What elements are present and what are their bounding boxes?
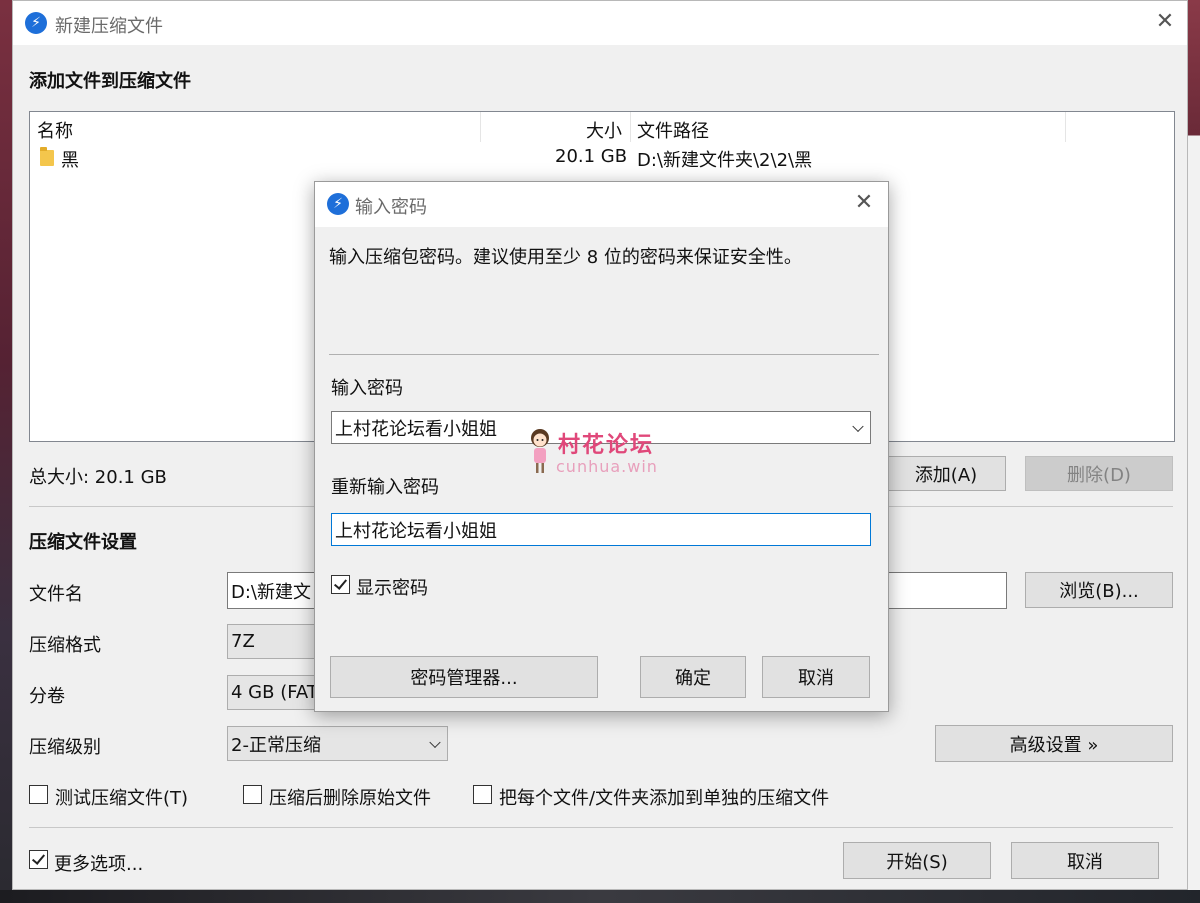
watermark-subtitle: cunhua.win (556, 457, 658, 476)
reenter-password-input[interactable]: 上村花论坛看小姐姐 (331, 513, 871, 546)
close-icon[interactable]: ✕ (1151, 9, 1179, 37)
list-item[interactable]: 黑 20.1 GB D:\新建文件夹\2\2\黑 (30, 144, 1174, 172)
add-button[interactable]: 添加(A) (886, 456, 1006, 491)
level-select-value: 2-正常压缩 (231, 734, 321, 756)
advanced-settings-button[interactable]: 高级设置 » (935, 725, 1173, 762)
column-header-name[interactable]: 名称 (37, 117, 73, 143)
test-archive-checkbox[interactable] (29, 785, 48, 804)
delete-after-checkbox[interactable] (243, 785, 262, 804)
password-label: 输入密码 (331, 378, 403, 399)
test-archive-label[interactable]: 测试压缩文件(T) (55, 784, 188, 810)
chevron-down-icon[interactable] (852, 420, 864, 432)
password-manager-button[interactable]: 密码管理器... (330, 656, 598, 698)
divider (29, 827, 1173, 828)
show-password-checkbox[interactable] (331, 575, 350, 594)
dialog-cancel-button[interactable]: 取消 (762, 656, 870, 698)
more-options-label[interactable]: 更多选项... (54, 850, 143, 876)
delete-button[interactable]: 删除(D) (1025, 456, 1173, 491)
desktop-background-left (0, 0, 12, 903)
volume-label: 分卷 (29, 686, 65, 707)
start-button[interactable]: 开始(S) (843, 842, 991, 879)
cancel-button[interactable]: 取消 (1011, 842, 1159, 879)
window-title: 新建压缩文件 (55, 16, 163, 37)
filename-label: 文件名 (29, 584, 83, 605)
desktop-background-bottom (0, 890, 1200, 903)
divider (329, 354, 879, 355)
file-size: 20.1 GB (555, 146, 628, 167)
separate-archives-checkbox[interactable] (473, 785, 492, 804)
add-files-heading: 添加文件到压缩文件 (29, 71, 191, 92)
dialog-titlebar: ⚡ 输入密码 ✕ (315, 182, 888, 227)
delete-after-label[interactable]: 压缩后删除原始文件 (269, 784, 431, 810)
column-header-path[interactable]: 文件路径 (637, 117, 709, 143)
total-size: 总大小: 20.1 GB (29, 467, 167, 488)
browse-button[interactable]: 浏览(B)... (1025, 572, 1173, 608)
desktop-background-right (1188, 0, 1200, 903)
column-divider[interactable] (480, 112, 481, 142)
level-select[interactable]: 2-正常压缩 (227, 726, 448, 761)
archive-settings-heading: 压缩文件设置 (29, 532, 137, 553)
password-input-value: 上村花论坛看小姐姐 (335, 418, 497, 440)
column-header-size[interactable]: 大小 (586, 117, 622, 143)
file-path: D:\新建文件夹\2\2\黑 (637, 150, 813, 171)
more-options-checkbox[interactable] (29, 850, 48, 869)
column-divider[interactable] (630, 112, 631, 142)
password-description: 输入压缩包密码。建议使用至少 8 位的密码来保证安全性。 (329, 247, 802, 268)
format-select-value: 7Z (231, 631, 255, 652)
format-label: 压缩格式 (29, 635, 101, 656)
file-name: 黑 (61, 150, 79, 171)
app-logo-icon: ⚡ (327, 193, 349, 215)
watermark-title: 村花论坛 (558, 433, 655, 458)
level-label: 压缩级别 (29, 737, 101, 758)
reenter-password-label: 重新输入密码 (331, 477, 439, 498)
app-logo-icon: ⚡ (25, 12, 47, 34)
close-icon[interactable]: ✕ (850, 190, 878, 218)
show-password-label[interactable]: 显示密码 (356, 574, 428, 600)
volume-select-value: 4 GB (FAT (231, 682, 318, 703)
file-list-header: 名称 大小 文件路径 (30, 112, 1174, 142)
cartoon-girl-icon (531, 429, 549, 473)
folder-icon (40, 147, 54, 166)
separate-archives-label[interactable]: 把每个文件/文件夹添加到单独的压缩文件 (499, 784, 829, 810)
watermark: 村花论坛 cunhua.win (522, 427, 682, 481)
ok-button[interactable]: 确定 (640, 656, 746, 698)
column-divider[interactable] (1065, 112, 1066, 142)
dialog-title: 输入密码 (355, 197, 427, 218)
chevron-down-icon (429, 736, 441, 748)
window-titlebar: ⚡ 新建压缩文件 ✕ (13, 1, 1187, 45)
